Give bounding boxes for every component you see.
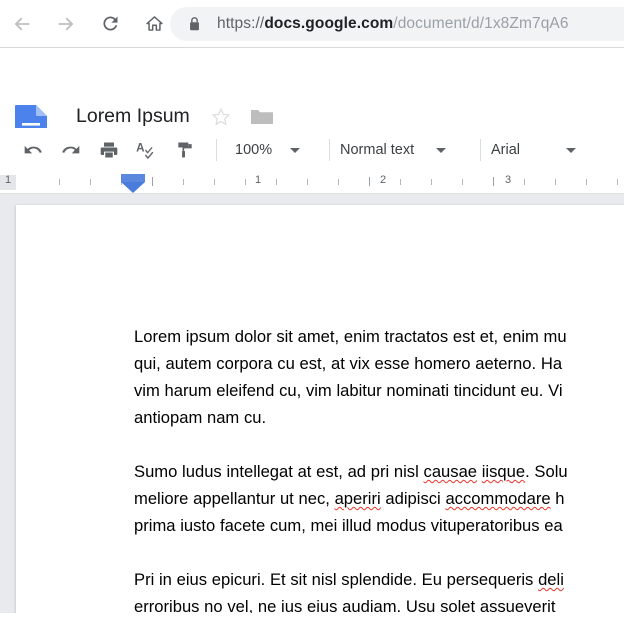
ruler-number-3: 3	[504, 174, 512, 186]
undo-button[interactable]	[16, 135, 50, 165]
back-arrow-icon	[14, 17, 30, 30]
lock-icon	[188, 16, 201, 32]
svg-text:A: A	[136, 142, 145, 155]
forward-button[interactable]	[44, 2, 88, 46]
text-run: Sumo ludus intellegat at est, ad pri nis…	[134, 462, 424, 481]
zoom-level-value: 100%	[235, 142, 273, 158]
url-host: docs.google.com	[264, 15, 394, 32]
forward-arrow-icon	[58, 17, 74, 30]
undo-icon	[24, 145, 42, 154]
text-run: Lorem ipsum dolor sit amet, enim tractat…	[134, 327, 567, 427]
paint-format-icon	[178, 142, 192, 158]
url-path: /document/d/1x8Zm7qA6	[393, 15, 569, 32]
document-page[interactable]: Lorem ipsum dolor sit amet, enim tractat…	[16, 205, 624, 613]
ruler-tick	[276, 179, 277, 185]
folder-icon[interactable]	[250, 107, 274, 127]
ruler-tick-major	[493, 177, 494, 186]
document-body[interactable]: Lorem ipsum dolor sit amet, enim tractat…	[134, 323, 624, 613]
font-family-value: Arial	[491, 142, 521, 158]
indent-marker-bar	[121, 174, 145, 182]
ruler-number-1: 1	[254, 174, 262, 186]
print-button[interactable]	[92, 135, 126, 165]
page-title[interactable]: Lorem Ipsum	[76, 105, 190, 128]
text-run: Pri in eius epicuri. Et sit nisl splendi…	[134, 570, 539, 589]
chevron-down-icon	[290, 147, 301, 153]
ruler-tick	[462, 179, 463, 185]
misspelled-word: accommodare	[445, 489, 551, 508]
horizontal-ruler[interactable]: 1 1 2 3	[0, 172, 624, 194]
ruler-tick	[307, 179, 308, 185]
text-run: adipisci	[380, 489, 446, 508]
font-family-dropdown[interactable]: Arial	[491, 135, 621, 165]
ruler-tick	[555, 179, 556, 185]
ruler-tick	[524, 179, 525, 185]
chevron-down-icon	[566, 147, 577, 153]
url-scheme: https://	[217, 15, 265, 32]
misspelled-word: aperiri	[334, 489, 381, 508]
address-bar[interactable]: https://docs.google.com/document/d/1x8Zm…	[170, 7, 624, 41]
ruler-tick	[338, 179, 339, 185]
ruler-tick	[183, 179, 184, 185]
document-canvas: Lorem ipsum dolor sit amet, enim tractat…	[0, 194, 624, 613]
toolbar-separator-2	[329, 139, 330, 161]
redo-icon	[62, 145, 80, 154]
ruler-number-0: 1	[4, 174, 12, 186]
ruler-tick	[90, 179, 91, 185]
paragraph[interactable]: Pri in eius epicuri. Et sit nisl splendi…	[134, 566, 624, 613]
toolbar-separator-1	[216, 139, 217, 161]
zoom-level-dropdown[interactable]: 100%	[227, 135, 319, 165]
star-outline-icon[interactable]	[210, 106, 232, 128]
spellcheck-button[interactable]: A	[130, 135, 164, 165]
misspelled-word: deli	[538, 570, 564, 589]
paragraph-style-dropdown[interactable]: Normal text	[340, 135, 470, 165]
url-text: https://docs.google.com/document/d/1x8Zm…	[217, 15, 569, 33]
indent-marker-triangle	[121, 182, 145, 193]
ruler-tick-major	[369, 177, 370, 186]
redo-button[interactable]	[54, 135, 88, 165]
chevron-down-icon	[436, 147, 447, 153]
ruler-track	[0, 175, 624, 190]
ruler-tick	[245, 179, 246, 185]
ruler-tick	[400, 179, 401, 185]
back-button[interactable]	[0, 2, 44, 46]
reload-icon	[102, 16, 117, 31]
home-icon	[145, 16, 163, 31]
misspelled-word: iisque	[481, 462, 526, 481]
ruler-tick	[431, 179, 432, 185]
ruler-tick	[214, 179, 215, 185]
ruler-tick	[617, 179, 618, 185]
reload-button[interactable]	[88, 2, 132, 46]
ruler-tick	[586, 179, 587, 185]
paragraph[interactable]: Sumo ludus intellegat at est, ad pri nis…	[134, 458, 624, 539]
left-indent-marker[interactable]	[121, 174, 145, 193]
paragraph[interactable]: Lorem ipsum dolor sit amet, enim tractat…	[134, 323, 624, 431]
paragraph-style-value: Normal text	[340, 142, 415, 158]
spellcheck-icon: A	[136, 142, 154, 159]
toolbar-separator-3	[480, 139, 481, 161]
browser-toolbar: https://docs.google.com/document/d/1x8Zm…	[0, 0, 624, 48]
docs-header: Lorem Ipsum File Edit View Insert Format…	[0, 48, 624, 162]
misspelled-word: causae	[423, 462, 478, 481]
ruler-tick	[59, 179, 60, 185]
print-icon	[100, 142, 118, 158]
formatting-toolbar: A 100% Normal text Arial 11	[0, 128, 624, 172]
ruler-number-2: 2	[379, 174, 387, 186]
document-title-row: Lorem Ipsum	[76, 105, 274, 128]
text-run: erroribus no vel, ne ius eius audiam. Us…	[134, 597, 556, 613]
paint-format-button[interactable]	[168, 135, 202, 165]
ruler-tick-major	[152, 177, 153, 186]
